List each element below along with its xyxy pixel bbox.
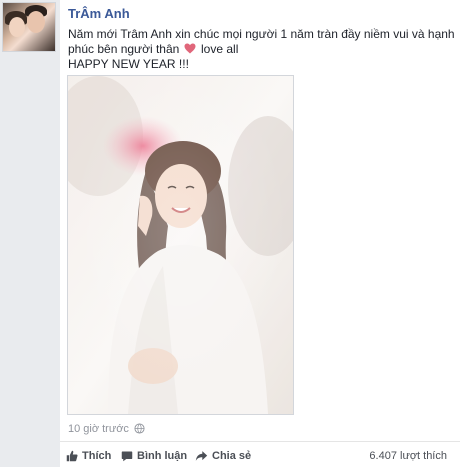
author-name[interactable]: TrÂm Anh: [68, 6, 130, 21]
photo-image: [68, 76, 293, 414]
likes-count[interactable]: 6.407 lượt thích: [369, 450, 447, 462]
post-photo[interactable]: [67, 75, 294, 415]
post-timestamp[interactable]: 10 giờ trước: [68, 423, 145, 435]
comment-bubble-icon: [121, 451, 133, 462]
comment-label: Bình luận: [137, 450, 188, 462]
globe-icon: [134, 423, 145, 434]
share-arrow-icon: [195, 451, 208, 461]
message-line: phúc bên người thân love all: [68, 42, 458, 57]
thumbs-up-icon: [66, 450, 78, 462]
message-line: HAPPY NEW YEAR !!!: [68, 57, 189, 71]
message-line: Năm mới Trâm Anh xin chúc mọi người 1 nă…: [68, 27, 455, 41]
avatar-face: [27, 11, 45, 33]
timestamp-text: 10 giờ trước: [68, 423, 129, 435]
heart-icon: [184, 43, 196, 54]
share-label: Chia sẻ: [212, 450, 252, 462]
like-button[interactable]: Thích: [66, 450, 111, 462]
comment-button[interactable]: Bình luận: [121, 450, 187, 462]
post-message: Năm mới Trâm Anh xin chúc mọi người 1 nă…: [68, 27, 458, 72]
share-button[interactable]: Chia sẻ: [195, 450, 251, 462]
message-text: love all: [201, 42, 239, 56]
post-card: TrÂm Anh Năm mới Trâm Anh xin chúc mọi n…: [2, 0, 460, 467]
message-text: phúc bên người thân: [68, 42, 180, 56]
avatar[interactable]: [2, 2, 56, 52]
action-divider: [60, 441, 460, 442]
avatar-face: [9, 17, 25, 37]
like-label: Thích: [82, 450, 112, 462]
left-sidebar: [0, 0, 60, 467]
